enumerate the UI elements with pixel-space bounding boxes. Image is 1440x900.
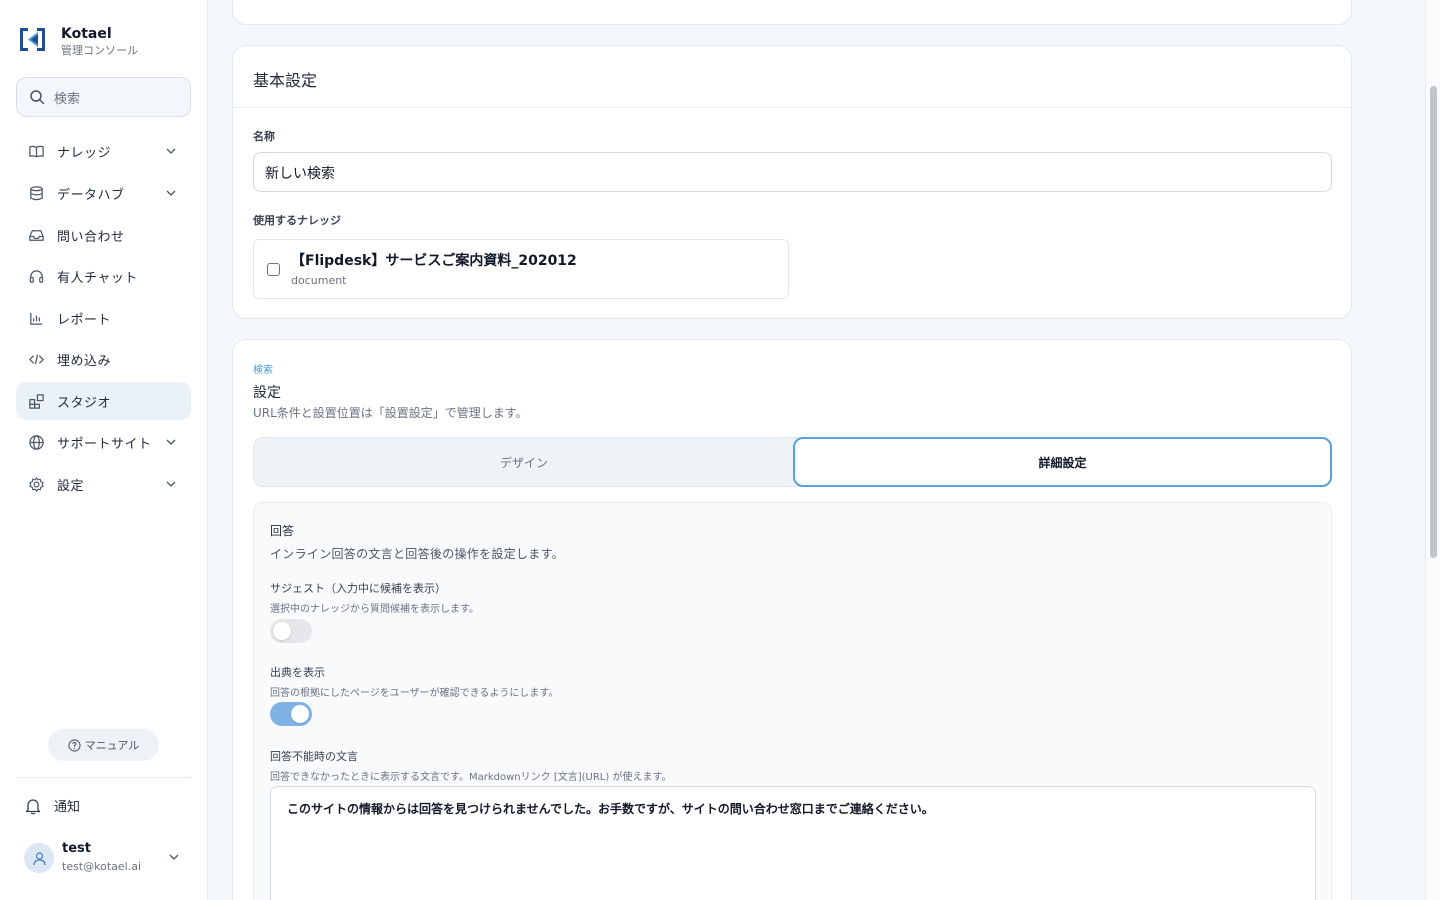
sources-toggle[interactable] — [270, 702, 312, 726]
sidebar-item-label: データハブ — [57, 187, 125, 203]
chevron-down-icon — [169, 854, 179, 860]
manual-label: マニュアル — [84, 739, 140, 752]
search-icon — [30, 90, 45, 105]
fallback-textarea[interactable]: このサイトの情報からは回答を見つけられませんでした。お手数ですが、サイトの問い合… — [270, 786, 1316, 900]
scrollbar-thumb[interactable] — [1430, 86, 1437, 558]
notifications-label: 通知 — [54, 800, 81, 815]
settings-tabs: デザイン 詳細設定 — [253, 437, 1332, 487]
sidebar-item-label: レポート — [57, 312, 112, 328]
search-placeholder: 検索 — [54, 91, 81, 107]
chevron-down-icon — [166, 481, 176, 487]
headset-icon — [27, 267, 45, 285]
brand-name: Kotael — [61, 26, 112, 42]
bell-icon — [25, 798, 41, 814]
scrollbar[interactable] — [1425, 0, 1440, 900]
help-circle-icon — [68, 738, 81, 752]
settings-description: URL条件と設置位置は「設置設定」で管理します。 — [253, 406, 528, 420]
globe-icon — [27, 433, 45, 451]
search-input[interactable]: 検索 — [16, 77, 191, 117]
sidebar-item-settings[interactable]: 設定 — [16, 465, 191, 503]
fallback-help: 回答できなかったときに表示する文言です。Markdownリンク [文言](URL… — [270, 772, 672, 783]
sidebar-item-reports[interactable]: レポート — [16, 299, 191, 337]
answer-description: インライン回答の文言と回答後の操作を設定します。 — [270, 547, 565, 561]
tab-advanced[interactable]: 詳細設定 — [793, 437, 1332, 487]
book-icon — [27, 142, 45, 160]
sidebar-item-label: 埋め込み — [57, 353, 112, 369]
name-field[interactable]: 新しい検索 — [253, 152, 1332, 192]
knowledge-label: 使用するナレッジ — [253, 214, 341, 227]
search-settings-card: 検索 設定 URL条件と設置位置は「設置設定」で管理します。 デザイン 詳細設定… — [232, 339, 1352, 900]
gear-icon — [27, 475, 45, 493]
suggest-toggle[interactable] — [270, 619, 312, 643]
sidebar-item-support-site[interactable]: サポートサイト — [16, 423, 191, 461]
answer-title: 回答 — [270, 524, 295, 538]
suggest-label: サジェスト（入力中に候補を表示） — [270, 582, 446, 595]
sidebar-item-label: 問い合わせ — [57, 229, 125, 245]
toggle-knob — [273, 622, 291, 640]
answer-panel: 回答 インライン回答の文言と回答後の操作を設定します。 サジェスト（入力中に候補… — [253, 502, 1332, 900]
name-label: 名称 — [253, 130, 275, 143]
kotael-logo-icon — [20, 28, 45, 51]
basic-settings-card: 基本設定 名称 新しい検索 使用するナレッジ 【Flipdesk】サービスご案内… — [232, 45, 1352, 319]
sources-help: 回答の根拠にしたページをユーザーが確認できるようにします。 — [270, 688, 559, 699]
sidebar-item-embed[interactable]: 埋め込み — [16, 340, 191, 378]
sidebar-item-label: ナレッジ — [57, 145, 112, 161]
chevron-down-icon — [166, 190, 176, 196]
notifications-button[interactable]: 通知 — [24, 796, 80, 815]
brand-subtitle: 管理コンソール — [61, 44, 138, 57]
knowledge-title: 【Flipdesk】サービスご案内資料_202012 — [291, 253, 577, 269]
avatar — [24, 843, 54, 873]
knowledge-item[interactable]: 【Flipdesk】サービスご案内資料_202012 document — [253, 239, 789, 299]
database-icon — [27, 184, 45, 202]
sidebar-item-studio[interactable]: スタジオ — [16, 382, 191, 420]
user-menu[interactable]: test test@kotael.ai — [24, 838, 184, 878]
sidebar-item-label: 有人チャット — [57, 270, 138, 286]
sidebar-item-label: 設定 — [57, 478, 85, 494]
page-header-card — [232, 0, 1352, 25]
sidebar-item-knowledge[interactable]: ナレッジ — [16, 132, 191, 170]
sources-label: 出典を表示 — [270, 666, 325, 679]
settings-title: 設定 — [253, 385, 281, 401]
toggle-knob — [291, 705, 309, 723]
brand[interactable]: Kotael 管理コンソール — [18, 26, 138, 59]
sidebar-item-datahub[interactable]: データハブ — [16, 174, 191, 212]
suggest-help: 選択中のナレッジから質問候補を表示します。 — [270, 604, 479, 615]
user-icon — [32, 851, 46, 865]
tab-design[interactable]: デザイン — [254, 438, 794, 486]
chevron-down-icon — [166, 148, 176, 154]
basic-settings-title: 基本設定 — [233, 46, 1351, 108]
manual-button[interactable]: マニュアル — [48, 729, 159, 761]
bar-chart-icon — [27, 309, 45, 327]
inbox-icon — [27, 226, 45, 244]
sidebar-item-label: サポートサイト — [57, 436, 152, 452]
knowledge-checkbox[interactable] — [267, 263, 280, 276]
code-icon — [27, 350, 45, 368]
blocks-icon — [27, 392, 45, 410]
settings-eyebrow: 検索 — [253, 365, 273, 376]
fallback-label: 回答不能時の文言 — [270, 750, 358, 763]
knowledge-type: document — [291, 274, 347, 287]
sidebar-item-label: スタジオ — [57, 395, 112, 411]
sidebar-item-inquiries[interactable]: 問い合わせ — [16, 216, 191, 254]
chevron-down-icon — [166, 439, 176, 445]
user-name: test — [62, 841, 91, 856]
sidebar-item-live-chat[interactable]: 有人チャット — [16, 257, 191, 295]
sidebar-divider — [16, 777, 191, 778]
user-email: test@kotael.ai — [62, 860, 142, 873]
sidebar: Kotael 管理コンソール 検索 ナレッジ データハブ 問い合わせ 有人チャッ… — [0, 0, 208, 900]
